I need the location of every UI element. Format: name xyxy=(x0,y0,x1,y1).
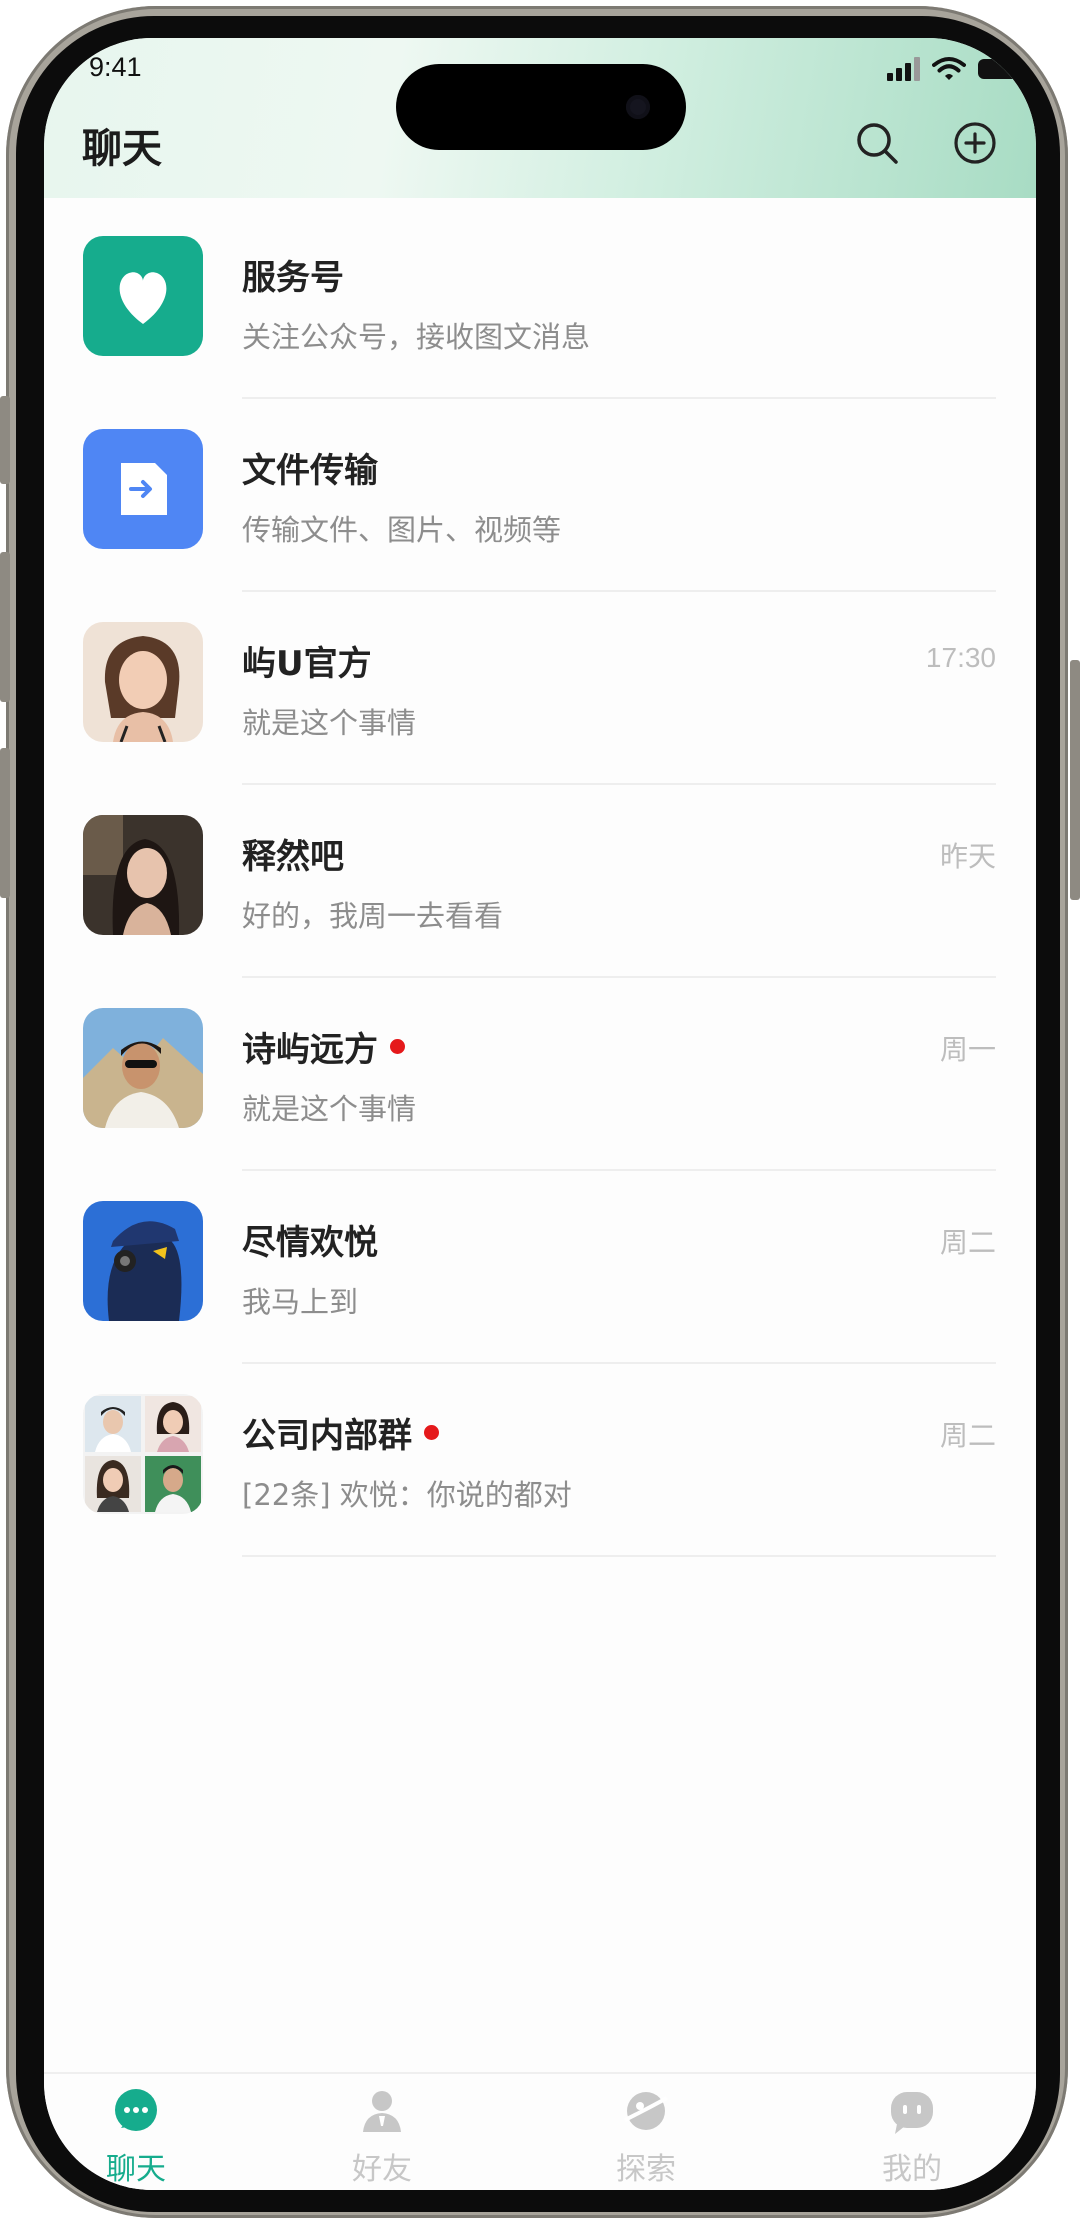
planet-icon xyxy=(624,2092,668,2130)
page-title: 聊天 xyxy=(82,126,162,172)
chat-time: 昨天 xyxy=(939,841,996,872)
chat-name: 文件传输 xyxy=(242,451,378,491)
screen: 9:41 聊天 服务号 关注公众号，接收图文消息 文件传输 传输文件、图片、视频… xyxy=(44,38,1036,2190)
search-icon xyxy=(857,123,898,164)
volume-down-button xyxy=(0,748,10,898)
chat-preview: 就是这个事情 xyxy=(242,1092,417,1126)
tab-chat[interactable]: 聊天 xyxy=(66,2086,206,2188)
chat-name: 诗屿远方 xyxy=(242,1022,405,1071)
status-time: 9:41 xyxy=(89,52,142,82)
search-button[interactable] xyxy=(854,120,900,166)
chat-item-company-group[interactable]: 公司内部群 [22条] 欢悦：你说的都对 周二 xyxy=(44,1364,1036,1557)
chat-time: 周二 xyxy=(939,1227,996,1258)
tab-label: 好友 xyxy=(352,2152,412,2187)
user-photo-avatar xyxy=(83,1201,203,1321)
add-button[interactable] xyxy=(952,120,998,166)
chat-time: 17:30 xyxy=(925,642,996,673)
plus-circle-icon xyxy=(954,122,996,164)
unread-dot xyxy=(390,1039,405,1054)
user-photo-avatar xyxy=(83,815,203,935)
user-photo-avatar xyxy=(83,622,203,742)
side-button xyxy=(0,396,10,484)
chat-preview: 关注公众号，接收图文消息 xyxy=(242,320,591,354)
chat-name: 屿U官方 xyxy=(242,644,372,684)
chat-item-shiranba[interactable]: 释然吧 好的，我周一去看看 昨天 xyxy=(44,785,1036,978)
chat-item-shi-yu-yuan-fang[interactable]: 诗屿远方 就是这个事情 周一 xyxy=(44,978,1036,1171)
group-avatar xyxy=(83,1394,203,1514)
cellular-signal-icon xyxy=(887,57,920,81)
tab-friends[interactable]: 好友 xyxy=(312,2086,452,2188)
dynamic-island xyxy=(396,64,686,150)
divider xyxy=(242,1555,996,1557)
power-button xyxy=(1070,660,1080,900)
file-transfer-avatar xyxy=(83,429,203,549)
chat-item-file-transfer[interactable]: 文件传输 传输文件、图片、视频等 xyxy=(44,399,1036,592)
chat-preview: 我马上到 xyxy=(242,1285,359,1319)
wifi-icon xyxy=(932,57,966,80)
tab-label: 探索 xyxy=(616,2152,676,2187)
chat-name: 释然吧 xyxy=(242,837,344,877)
chat-preview: 就是这个事情 xyxy=(242,706,417,740)
tab-label: 我的 xyxy=(882,2152,942,2187)
tab-explore[interactable]: 探索 xyxy=(576,2086,716,2188)
chat-item-jin-qing-huan-yue[interactable]: 尽情欢悦 我马上到 周二 xyxy=(44,1171,1036,1364)
tab-me[interactable]: 我的 xyxy=(842,2086,982,2188)
camera-icon xyxy=(626,95,650,119)
chat-preview: 好的，我周一去看看 xyxy=(242,899,504,933)
tab-label: 聊天 xyxy=(106,2152,166,2187)
chat-time: 周二 xyxy=(939,1420,996,1451)
contacts-icon xyxy=(363,2091,401,2132)
tab-bar: 聊天 好友 探索 我的 xyxy=(44,2072,1036,2190)
volume-up-button xyxy=(0,552,10,702)
chat-preview: [22条] 欢悦：你说的都对 xyxy=(242,1478,572,1512)
profile-face-icon xyxy=(891,2092,933,2134)
chat-preview: 传输文件、图片、视频等 xyxy=(242,513,562,547)
battery-icon xyxy=(978,59,1022,79)
heart-icon xyxy=(119,272,167,324)
unread-dot xyxy=(424,1425,439,1440)
status-icons xyxy=(887,52,1022,86)
chat-bubble-icon xyxy=(115,2089,157,2131)
chat-time: 周一 xyxy=(939,1034,996,1065)
chat-name: 尽情欢悦 xyxy=(242,1223,378,1263)
service-account-avatar xyxy=(83,236,203,356)
chat-item-yu-u-official[interactable]: 屿U官方 就是这个事情 17:30 xyxy=(44,592,1036,785)
chat-name: 服务号 xyxy=(242,258,344,298)
user-photo-avatar xyxy=(83,1008,203,1128)
chat-name: 公司内部群 xyxy=(242,1408,439,1457)
file-transfer-icon xyxy=(121,463,167,515)
chat-item-service-account[interactable]: 服务号 关注公众号，接收图文消息 xyxy=(44,206,1036,399)
